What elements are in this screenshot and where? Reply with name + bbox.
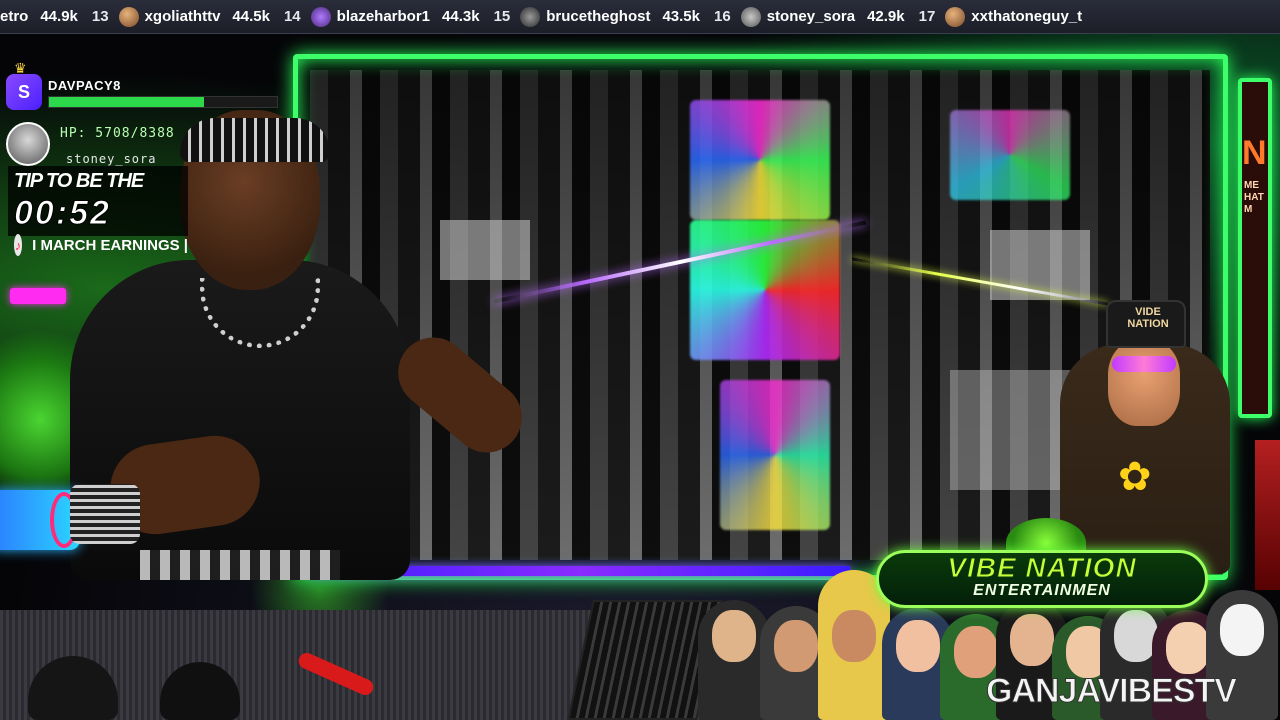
- progress-bar-pink: [10, 288, 66, 304]
- mascot-face: [1108, 340, 1180, 426]
- user-avatar-icon: [6, 122, 50, 166]
- hp-widget: S ♛ DAVPACY8 HP: 5708/8388 stoney_sora: [4, 60, 280, 166]
- ticker-username: stoney_sora: [766, 8, 856, 25]
- ticker-entry: 14 blazeharbor1 44.3k: [283, 6, 480, 27]
- user-avatar-icon: [310, 6, 331, 27]
- user-avatar-icon: [118, 6, 139, 27]
- logo-subtitle: ENTERTAINMEN: [973, 582, 1111, 599]
- ticker-username: xxthatoneguy_t: [971, 8, 1083, 25]
- vibe-nation-logo: VIBE NATION ENTERTAINMEN: [876, 518, 1208, 608]
- ticker-value: 42.9k: [867, 8, 905, 25]
- ticker-entry: 17 xxthatoneguy_t: [918, 6, 1095, 27]
- ticker-rank: 17: [918, 8, 936, 25]
- crown-icon: ♛: [14, 60, 27, 76]
- studded-belt: [140, 550, 340, 580]
- channel-watermark: GANJAVIBESTV: [986, 672, 1238, 711]
- leaderboard-ticker: etro 44.9k 13 xgoliathttv 44.5k 14 blaze…: [0, 0, 1280, 34]
- ticker-rank: 13: [91, 8, 109, 25]
- ticker-username: xgoliathttv: [144, 8, 221, 25]
- badge-letter: S: [17, 81, 30, 102]
- sunflower-icon: ✿: [1118, 455, 1152, 499]
- ticker-value: 44.3k: [442, 8, 480, 25]
- side-panel-text: ME HAT M: [1244, 180, 1264, 215]
- sunglasses-icon: [1112, 356, 1176, 372]
- streamer-badge-icon: S: [6, 74, 42, 110]
- hp-username: DAVPACY8: [48, 78, 121, 93]
- spiked-wristband: [70, 484, 140, 544]
- hp-readout: HP: 5708/8388: [60, 126, 175, 141]
- ticker-username: brucetheghost: [546, 8, 651, 25]
- ticker-entry: etro 44.9k: [0, 8, 78, 25]
- ticker-value: 43.5k: [662, 8, 700, 25]
- hp-bar-fill: [49, 97, 205, 107]
- earnings-text: I MARCH EARNINGS |: [32, 236, 188, 254]
- ticker-value: 44.5k: [232, 8, 270, 25]
- ticker-rank: 15: [493, 8, 511, 25]
- user-avatar-icon: [945, 6, 966, 27]
- user-avatar-icon: [740, 6, 761, 27]
- ticker-username: etro: [0, 8, 29, 25]
- side-panel-letter: N: [1242, 134, 1267, 172]
- logo-title: VIBE NATION: [947, 552, 1137, 584]
- tiktok-icon: ♪: [14, 234, 23, 256]
- tip-title: TIP TO BE THE: [14, 170, 144, 192]
- tip-timer-panel: TIP TO BE THE 00:52: [8, 166, 188, 236]
- ticker-username: blazeharbor1: [336, 8, 431, 25]
- earnings-row: ♪ I MARCH EARNINGS |: [8, 232, 188, 258]
- ticker-rank: 14: [283, 8, 301, 25]
- side-promo-panel: N ME HAT M: [1238, 78, 1272, 418]
- tip-countdown: 00:52: [14, 194, 111, 233]
- ticker-entry: 15 brucetheghost 43.5k: [493, 6, 700, 27]
- hat-text: VIDE NATION: [1127, 306, 1169, 330]
- ticker-value: 44.9k: [40, 8, 78, 25]
- ticker-rank: 16: [714, 8, 731, 25]
- user-avatar-icon: [520, 6, 541, 27]
- hp-bar: [48, 96, 278, 108]
- ticker-entry: 16 stoney_sora 42.9k: [714, 6, 905, 27]
- ticker-entry: 13 xgoliathttv 44.5k: [91, 6, 270, 27]
- hp-avatar-username: stoney_sora: [66, 152, 157, 166]
